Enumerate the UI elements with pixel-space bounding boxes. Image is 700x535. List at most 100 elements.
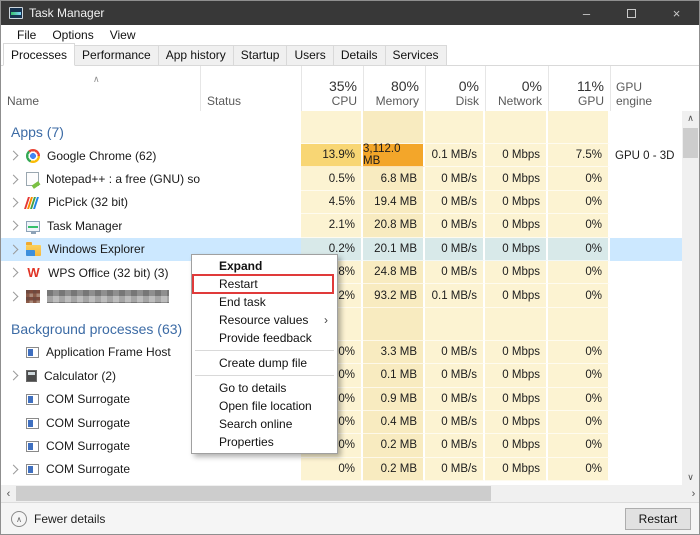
tab-performance[interactable]: Performance — [74, 45, 159, 65]
process-row[interactable]: 2.2%93.2 MB0.1 MB/s0 Mbps0% — [1, 284, 684, 307]
process-cpu-cell: 0.5% — [301, 167, 363, 190]
process-gpu-cell: 0% — [548, 434, 610, 457]
process-name-cell[interactable]: Notepad++ : a free (GNU) sourc... — [1, 167, 200, 190]
tab-bar: ProcessesPerformanceApp historyStartupUs… — [1, 45, 699, 66]
column-disk[interactable]: 0%Disk — [425, 66, 485, 111]
context-menu-item-expand[interactable]: Expand — [192, 257, 337, 275]
process-name-cell[interactable]: Task Manager — [1, 214, 200, 237]
process-row[interactable]: WWPS Office (32 bit) (3)0.8%24.8 MB0 MB/… — [1, 261, 684, 284]
menu-file[interactable]: File — [9, 28, 44, 42]
menu-options[interactable]: Options — [44, 28, 101, 42]
tab-services[interactable]: Services — [385, 45, 447, 65]
context-menu-item-go-to-details[interactable]: Go to details — [192, 379, 337, 397]
tab-details[interactable]: Details — [333, 45, 386, 65]
column-gpu-engine[interactable]: GPU engine — [610, 66, 684, 111]
process-disk-cell: 0 MB/s — [425, 434, 485, 457]
process-row[interactable]: Notepad++ : a free (GNU) sourc...0.5%6.8… — [1, 167, 684, 190]
expand-chevron-icon[interactable] — [9, 151, 19, 161]
scroll-right-icon[interactable]: › — [686, 485, 700, 502]
fewer-details-toggle[interactable]: ∧ Fewer details — [11, 511, 105, 527]
process-row[interactable]: COM Surrogate0%0.2 MB0 MB/s0 Mbps0% — [1, 458, 684, 481]
expand-chevron-icon[interactable] — [9, 174, 19, 184]
task-manager-app-icon — [9, 7, 23, 19]
close-button[interactable]: × — [654, 1, 699, 25]
expand-chevron-icon[interactable] — [9, 371, 19, 381]
context-menu-item-resource-values[interactable]: Resource values› — [192, 311, 337, 329]
context-menu-item-open-file-location[interactable]: Open file location — [192, 397, 337, 415]
tab-users[interactable]: Users — [286, 45, 333, 65]
column-gpu[interactable]: 11%GPU — [548, 66, 610, 111]
process-row[interactable]: COM Surrogate0%0.9 MB0 MB/s0 Mbps0% — [1, 388, 684, 411]
process-gpu-engine-cell — [610, 341, 684, 364]
vertical-scrollbar[interactable]: ∧ ∨ — [682, 111, 699, 485]
expand-chevron-icon[interactable] — [9, 198, 19, 208]
process-name-cell[interactable]: COM Surrogate — [1, 434, 200, 457]
process-name-cell[interactable]: WWPS Office (32 bit) (3) — [1, 261, 200, 284]
column-label: GPU — [578, 94, 604, 108]
process-name: Google Chrome (62) — [47, 149, 156, 163]
process-name-cell[interactable]: COM Surrogate — [1, 458, 200, 481]
scroll-down-icon[interactable]: ∨ — [682, 470, 699, 485]
minimize-button[interactable]: – — [564, 1, 609, 25]
column-cpu[interactable]: 35%CPU — [301, 66, 363, 111]
process-network-cell: 0 Mbps — [485, 388, 548, 411]
column-network[interactable]: 0%Network — [485, 66, 548, 111]
context-menu-item-restart[interactable]: Restart — [193, 275, 333, 293]
group-header-row[interactable]: Apps (7) — [1, 111, 684, 144]
process-name-cell[interactable]: PicPick (32 bit) — [1, 191, 200, 214]
tab-startup[interactable]: Startup — [233, 45, 288, 65]
restart-button[interactable]: Restart — [625, 508, 691, 530]
expand-chevron-icon[interactable] — [9, 464, 19, 474]
process-row[interactable]: Application Frame Host0%3.3 MB0 MB/s0 Mb… — [1, 341, 684, 364]
column-name[interactable]: ∧ Name — [1, 66, 200, 111]
context-menu-item-create-dump-file[interactable]: Create dump file — [192, 354, 337, 372]
horizontal-scrollbar-thumb[interactable] — [16, 486, 491, 501]
vertical-scrollbar-thumb[interactable] — [683, 128, 698, 158]
column-status[interactable]: Status — [200, 66, 301, 111]
process-name-cell[interactable]: Application Frame Host — [1, 341, 200, 364]
menu-view[interactable]: View — [102, 28, 144, 42]
process-network-cell: 0 Mbps — [485, 458, 548, 481]
process-memory-cell: 24.8 MB — [363, 261, 425, 284]
process-disk-cell: 0 MB/s — [425, 261, 485, 284]
process-row[interactable]: Calculator (2)0%0.1 MB0 MB/s0 Mbps0% — [1, 364, 684, 387]
scroll-left-icon[interactable]: ‹ — [1, 485, 16, 502]
process-name-cell[interactable]: COM Surrogate — [1, 388, 200, 411]
process-row[interactable]: Windows Explorer0.2%20.1 MB0 MB/s0 Mbps0… — [1, 238, 684, 261]
process-row[interactable]: COM Surrogate0%0.4 MB0 MB/s0 Mbps0% — [1, 411, 684, 434]
column-memory[interactable]: 80%Memory — [363, 66, 425, 111]
context-menu-item-search-online[interactable]: Search online — [192, 415, 337, 433]
process-row[interactable]: PicPick (32 bit)4.5%19.4 MB0 MB/s0 Mbps0… — [1, 191, 684, 214]
process-disk-cell: 0 MB/s — [425, 388, 485, 411]
maximize-button[interactable] — [609, 1, 654, 25]
expand-chevron-icon[interactable] — [9, 244, 19, 254]
process-disk-cell: 0 MB/s — [425, 341, 485, 364]
process-gpu-engine-cell — [610, 167, 684, 190]
tab-processes[interactable]: Processes — [3, 43, 75, 66]
redacted-process-name — [47, 290, 169, 303]
process-gpu-engine-cell: GPU 0 - 3D — [610, 144, 684, 167]
process-name: COM Surrogate — [46, 392, 130, 406]
group-header-row[interactable]: Background processes (63) — [1, 308, 684, 341]
process-gpu-cell: 7.5% — [548, 144, 610, 167]
process-row[interactable]: COM Surrogate0%0.2 MB0 MB/s0 Mbps0% — [1, 434, 684, 457]
tab-app-history[interactable]: App history — [158, 45, 234, 65]
process-memory-cell: 3,112.0 MB — [363, 144, 425, 167]
process-row[interactable]: Task Manager2.1%20.8 MB0 MB/s0 Mbps0% — [1, 214, 684, 237]
process-name-cell[interactable]: Calculator (2) — [1, 364, 200, 387]
scroll-up-icon[interactable]: ∧ — [682, 111, 699, 126]
context-menu-item-end-task[interactable]: End task — [192, 293, 337, 311]
process-name-cell[interactable] — [1, 284, 200, 307]
process-name-cell[interactable]: COM Surrogate — [1, 411, 200, 434]
column-label: Disk — [456, 94, 479, 108]
context-menu-item-provide-feedback[interactable]: Provide feedback — [192, 329, 337, 347]
process-name-cell[interactable]: Google Chrome (62) — [1, 144, 200, 167]
process-name-cell[interactable]: Windows Explorer — [1, 238, 200, 261]
process-row[interactable]: Google Chrome (62)13.9%3,112.0 MB0.1 MB/… — [1, 144, 684, 167]
process-cpu-cell: 4.5% — [301, 191, 363, 214]
horizontal-scrollbar[interactable]: ‹ › — [1, 485, 700, 502]
context-menu-item-properties[interactable]: Properties — [192, 433, 337, 451]
expand-chevron-icon[interactable] — [9, 291, 19, 301]
expand-chevron-icon[interactable] — [9, 221, 19, 231]
expand-chevron-icon[interactable] — [9, 268, 19, 278]
